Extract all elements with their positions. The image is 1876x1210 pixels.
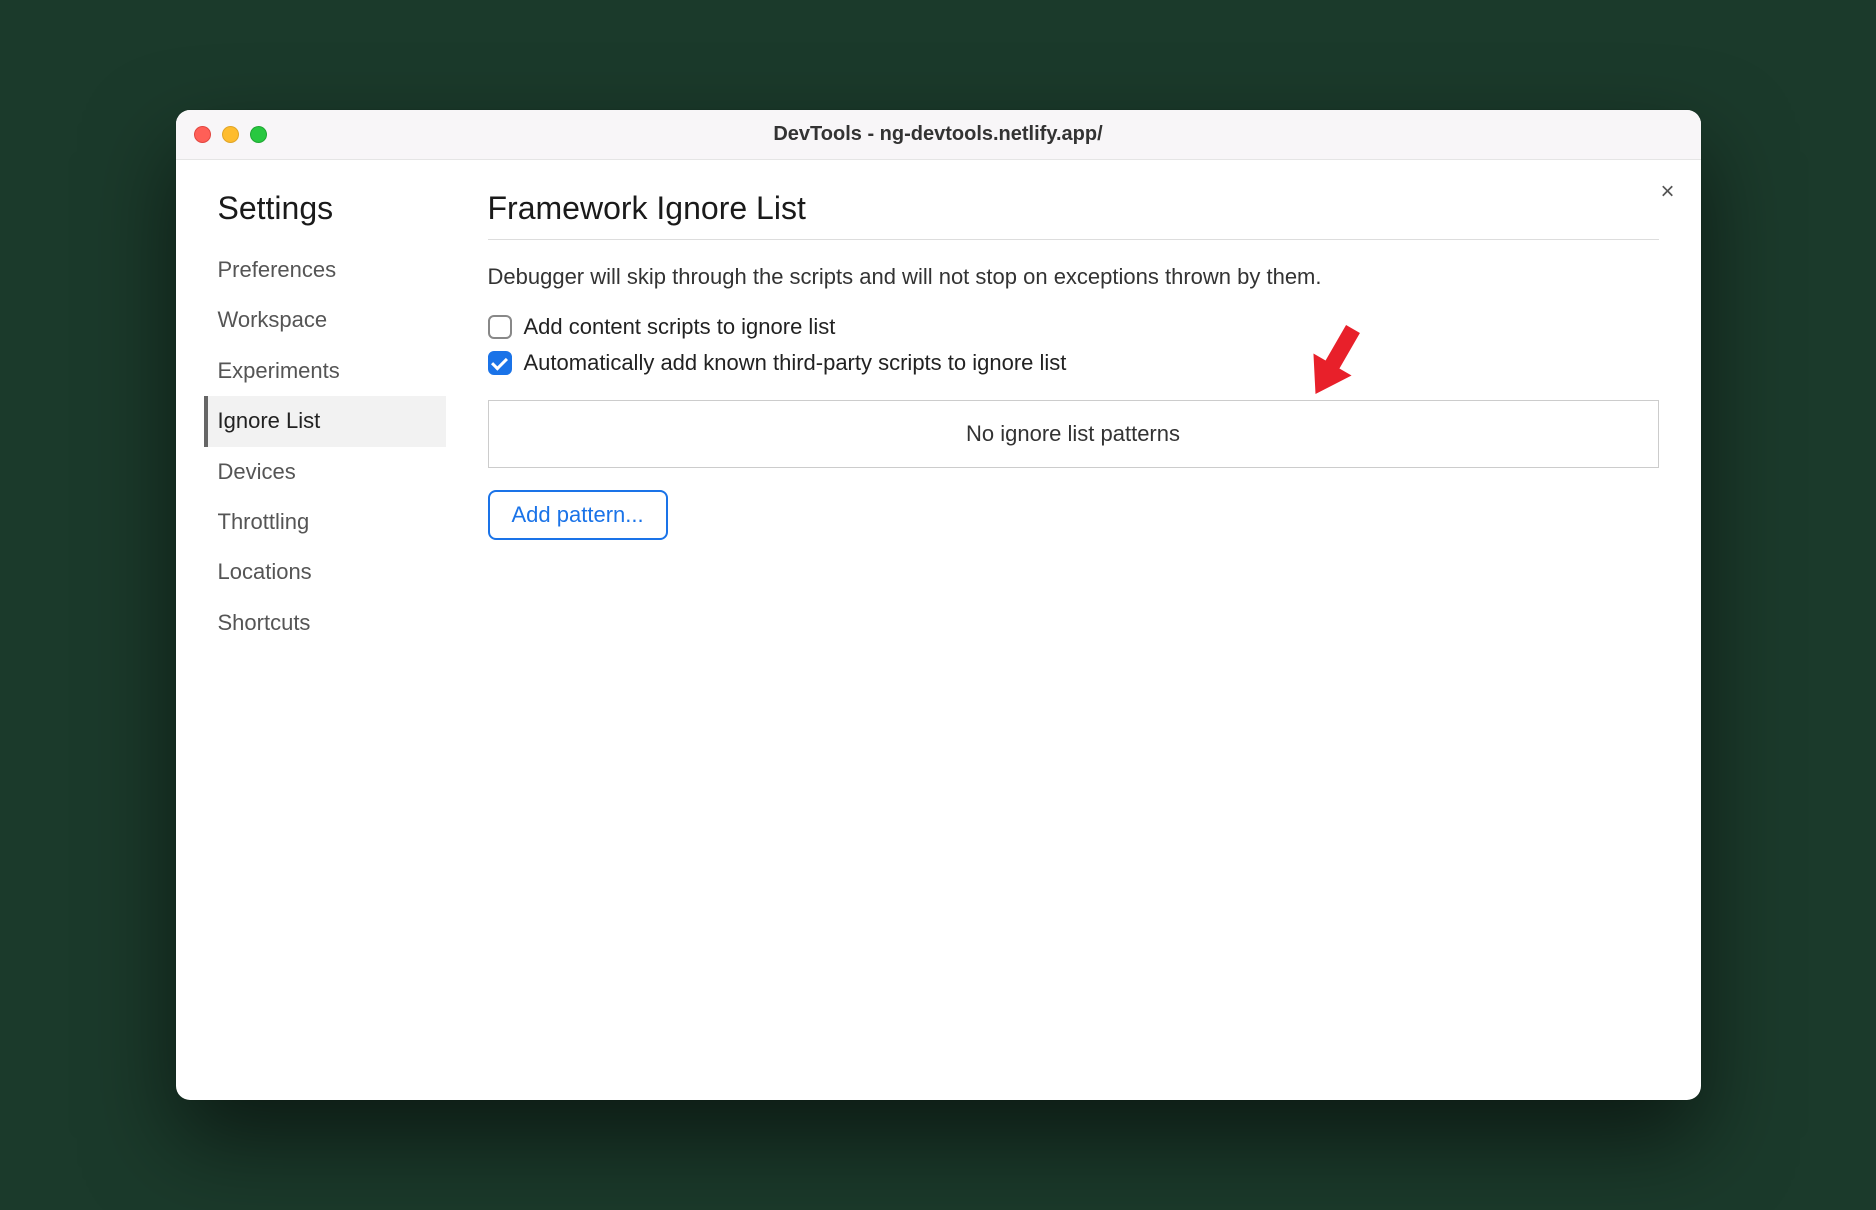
empty-patterns-text: No ignore list patterns (966, 421, 1180, 446)
sidebar-item-throttling[interactable]: Throttling (204, 497, 446, 547)
sidebar-title: Settings (204, 190, 446, 227)
panel-title: Framework Ignore List (488, 190, 1659, 240)
close-window-button[interactable] (194, 126, 211, 143)
panel-description: Debugger will skip through the scripts a… (488, 264, 1659, 290)
add-pattern-button[interactable]: Add pattern... (488, 490, 668, 540)
window-controls (194, 126, 267, 143)
third-party-checkbox-row[interactable]: Automatically add known third-party scri… (488, 350, 1659, 376)
settings-sidebar: Settings PreferencesWorkspaceExperiments… (176, 168, 446, 1100)
minimize-window-button[interactable] (222, 126, 239, 143)
sidebar-item-devices[interactable]: Devices (204, 447, 446, 497)
content-scripts-label: Add content scripts to ignore list (524, 314, 836, 340)
content-scripts-checkbox-row[interactable]: Add content scripts to ignore list (488, 314, 1659, 340)
titlebar: DevTools - ng-devtools.netlify.app/ (176, 110, 1701, 160)
sidebar-item-preferences[interactable]: Preferences (204, 245, 446, 295)
content-area: × Settings PreferencesWorkspaceExperimen… (176, 160, 1701, 1100)
ignore-list-patterns-box: No ignore list patterns (488, 400, 1659, 468)
third-party-label: Automatically add known third-party scri… (524, 350, 1067, 376)
sidebar-item-shortcuts[interactable]: Shortcuts (204, 598, 446, 648)
add-pattern-label: Add pattern... (512, 502, 644, 527)
content-scripts-checkbox[interactable] (488, 315, 512, 339)
sidebar-item-workspace[interactable]: Workspace (204, 295, 446, 345)
sidebar-item-ignore-list[interactable]: Ignore List (204, 396, 446, 446)
maximize-window-button[interactable] (250, 126, 267, 143)
sidebar-item-experiments[interactable]: Experiments (204, 346, 446, 396)
third-party-checkbox[interactable] (488, 351, 512, 375)
sidebar-item-locations[interactable]: Locations (204, 547, 446, 597)
window-title: DevTools - ng-devtools.netlify.app/ (773, 123, 1102, 146)
close-panel-button[interactable]: × (1660, 178, 1674, 206)
settings-main-panel: Framework Ignore List Debugger will skip… (446, 168, 1701, 1100)
app-window: DevTools - ng-devtools.netlify.app/ × Se… (176, 110, 1701, 1100)
